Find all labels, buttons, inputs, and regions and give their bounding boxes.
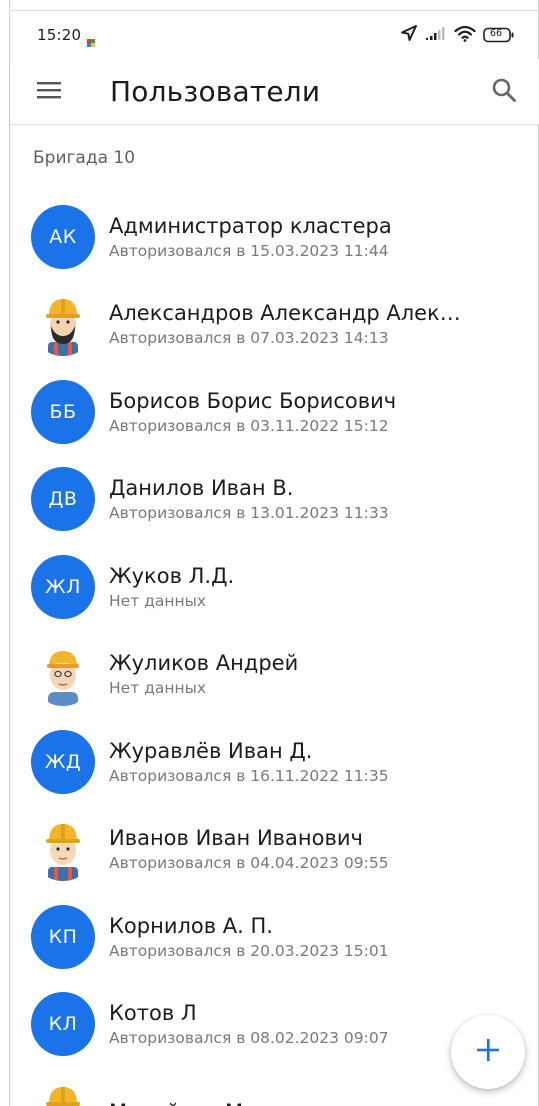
battery-level: 66	[490, 28, 503, 39]
worker-helmet-avatar	[31, 1080, 95, 1106]
user-name: Жуликов Андрей	[109, 651, 299, 676]
user-status: Авторизовался в 20.03.2023 15:01	[109, 941, 389, 960]
user-name: Данилов Иван В.	[109, 476, 294, 501]
user-name: Жуков Л.Д.	[109, 563, 235, 588]
user-status: Авторизовался в 15.03.2023 11:44	[109, 241, 389, 260]
location-arrow-icon	[400, 24, 418, 46]
user-status: Авторизовался в 03.11.2022 15:12	[109, 416, 389, 435]
app-bar: Пользователи	[10, 59, 539, 125]
user-status: Нет данных	[109, 591, 207, 610]
user-list: АК Администратор кластера Авторизовался …	[10, 193, 539, 1106]
young-man-cap-avatar	[31, 642, 95, 707]
avatar: КП	[31, 904, 95, 969]
user-status: Авторизовался в 13.01.2023 11:33	[109, 504, 389, 523]
user-status: Авторизовался в 04.04.2023 09:55	[109, 854, 389, 873]
avatar: ДВ	[31, 467, 95, 532]
bearded-worker-helmet-avatar	[31, 292, 95, 357]
avatar: КЛ	[31, 992, 95, 1057]
user-name: Иванов Иван Иванович	[109, 826, 363, 851]
add-user-button[interactable]	[451, 1015, 525, 1089]
page-title: Пользователи	[110, 75, 321, 108]
list-item[interactable]: Александров Александр Алек… Авторизовалс…	[10, 281, 539, 369]
status-bar: 15:20 66	[10, 11, 539, 59]
search-button[interactable]	[480, 68, 528, 116]
user-name: Журавлёв Иван Д.	[109, 738, 313, 763]
plus-icon	[475, 1037, 501, 1067]
notification-icon	[87, 32, 96, 47]
list-item[interactable]: АК Администратор кластера Авторизовался …	[10, 193, 539, 281]
hamburger-menu-icon	[36, 80, 62, 104]
user-name: Котов Л	[109, 1001, 197, 1026]
user-status: Нет данных	[109, 679, 207, 698]
cell-signal-icon	[425, 25, 447, 45]
user-name: Борисов Борис Борисович	[109, 388, 397, 413]
avatar: ББ	[31, 379, 95, 444]
list-item[interactable]: КП Корнилов А. П. Авторизовался в 20.03.…	[10, 893, 539, 981]
list-item[interactable]: ЖЛ Жуков Л.Д. Нет данных	[10, 543, 539, 631]
wifi-icon	[454, 25, 476, 46]
user-name: Александров Александр Алек…	[109, 301, 461, 326]
list-item[interactable]: Иванов Иван Иванович Авторизовался в 04.…	[10, 806, 539, 894]
avatar: ЖД	[31, 729, 95, 794]
status-time: 15:20	[37, 26, 82, 44]
user-name: Корнилов А. П.	[109, 913, 273, 938]
avatar: ЖЛ	[31, 554, 95, 619]
status-icons: 66	[400, 24, 515, 46]
avatar: АК	[31, 204, 95, 269]
user-name: Администратор кластера	[109, 213, 392, 238]
list-item[interactable]: ЖД Журавлёв Иван Д. Авторизовался в 16.1…	[10, 718, 539, 806]
user-status: Авторизовался в 16.11.2022 11:35	[109, 766, 389, 785]
user-name: Михайлов Михаил	[109, 1098, 519, 1106]
list-item[interactable]: Жуликов Андрей Нет данных	[10, 631, 539, 719]
worker-helmet-avatar	[31, 817, 95, 882]
battery-icon: 66	[483, 27, 515, 43]
menu-button[interactable]	[24, 67, 74, 117]
user-status: Авторизовался в 07.03.2023 14:13	[109, 329, 389, 348]
search-icon	[491, 77, 517, 107]
list-item[interactable]: ДВ Данилов Иван В. Авторизовался в 13.01…	[10, 456, 539, 544]
section-header: Бригада 10	[33, 148, 136, 168]
list-item[interactable]: ББ Борисов Борис Борисович Авторизовался…	[10, 368, 539, 456]
